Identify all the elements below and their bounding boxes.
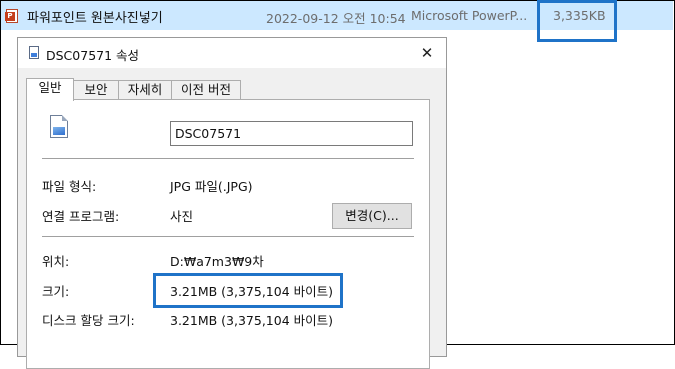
file-type-value: JPG 파일(.JPG) <box>170 179 253 194</box>
tab-general[interactable]: 일반 <box>26 78 74 101</box>
image-file-icon <box>50 115 68 138</box>
tab-previous-versions[interactable]: 이전 버전 <box>171 80 241 99</box>
location-label: 위치: <box>42 254 70 269</box>
size-on-disk-value: 3.21MB (3,375,104 바이트) <box>170 313 334 328</box>
open-with-label: 연결 프로그램: <box>42 209 120 224</box>
powerpoint-file-icon: P <box>5 9 18 23</box>
file-type-label: 파일 형식: <box>42 179 97 194</box>
file-type: Microsoft PowerP... <box>411 8 528 23</box>
file-modified-date: 2022-09-12 오전 10:54 <box>266 11 406 26</box>
file-name-field[interactable]: DSC07571 <box>170 121 413 146</box>
size-label: 크기: <box>42 284 70 299</box>
change-button[interactable]: 변경(C)... <box>332 203 412 229</box>
properties-dialog: DSC07571 속성 ✕ 일반 보안 자세히 이전 버전 DSC07571 파… <box>17 37 447 369</box>
general-tab-panel: DSC07571 파일 형식: JPG 파일(.JPG) 연결 프로그램: 사진… <box>26 99 430 369</box>
location-value: D:₩a7m3₩9차 <box>170 254 264 269</box>
file-size-highlight-box <box>537 0 617 42</box>
size-on-disk-label: 디스크 할당 크기: <box>42 313 135 328</box>
close-button[interactable]: ✕ <box>410 40 444 66</box>
open-with-value: 사진 <box>170 209 194 224</box>
image-file-icon <box>29 46 39 59</box>
divider <box>42 236 414 237</box>
file-name: 파워포인트 원본사진넣기 <box>27 11 163 26</box>
divider <box>42 158 414 159</box>
dialog-titlebar[interactable]: DSC07571 속성 ✕ <box>18 38 446 68</box>
size-value-highlight-box <box>153 273 343 308</box>
tab-security[interactable]: 보안 <box>73 80 119 99</box>
dialog-title: DSC07571 속성 <box>46 48 140 63</box>
tab-details[interactable]: 자세히 <box>118 80 172 99</box>
